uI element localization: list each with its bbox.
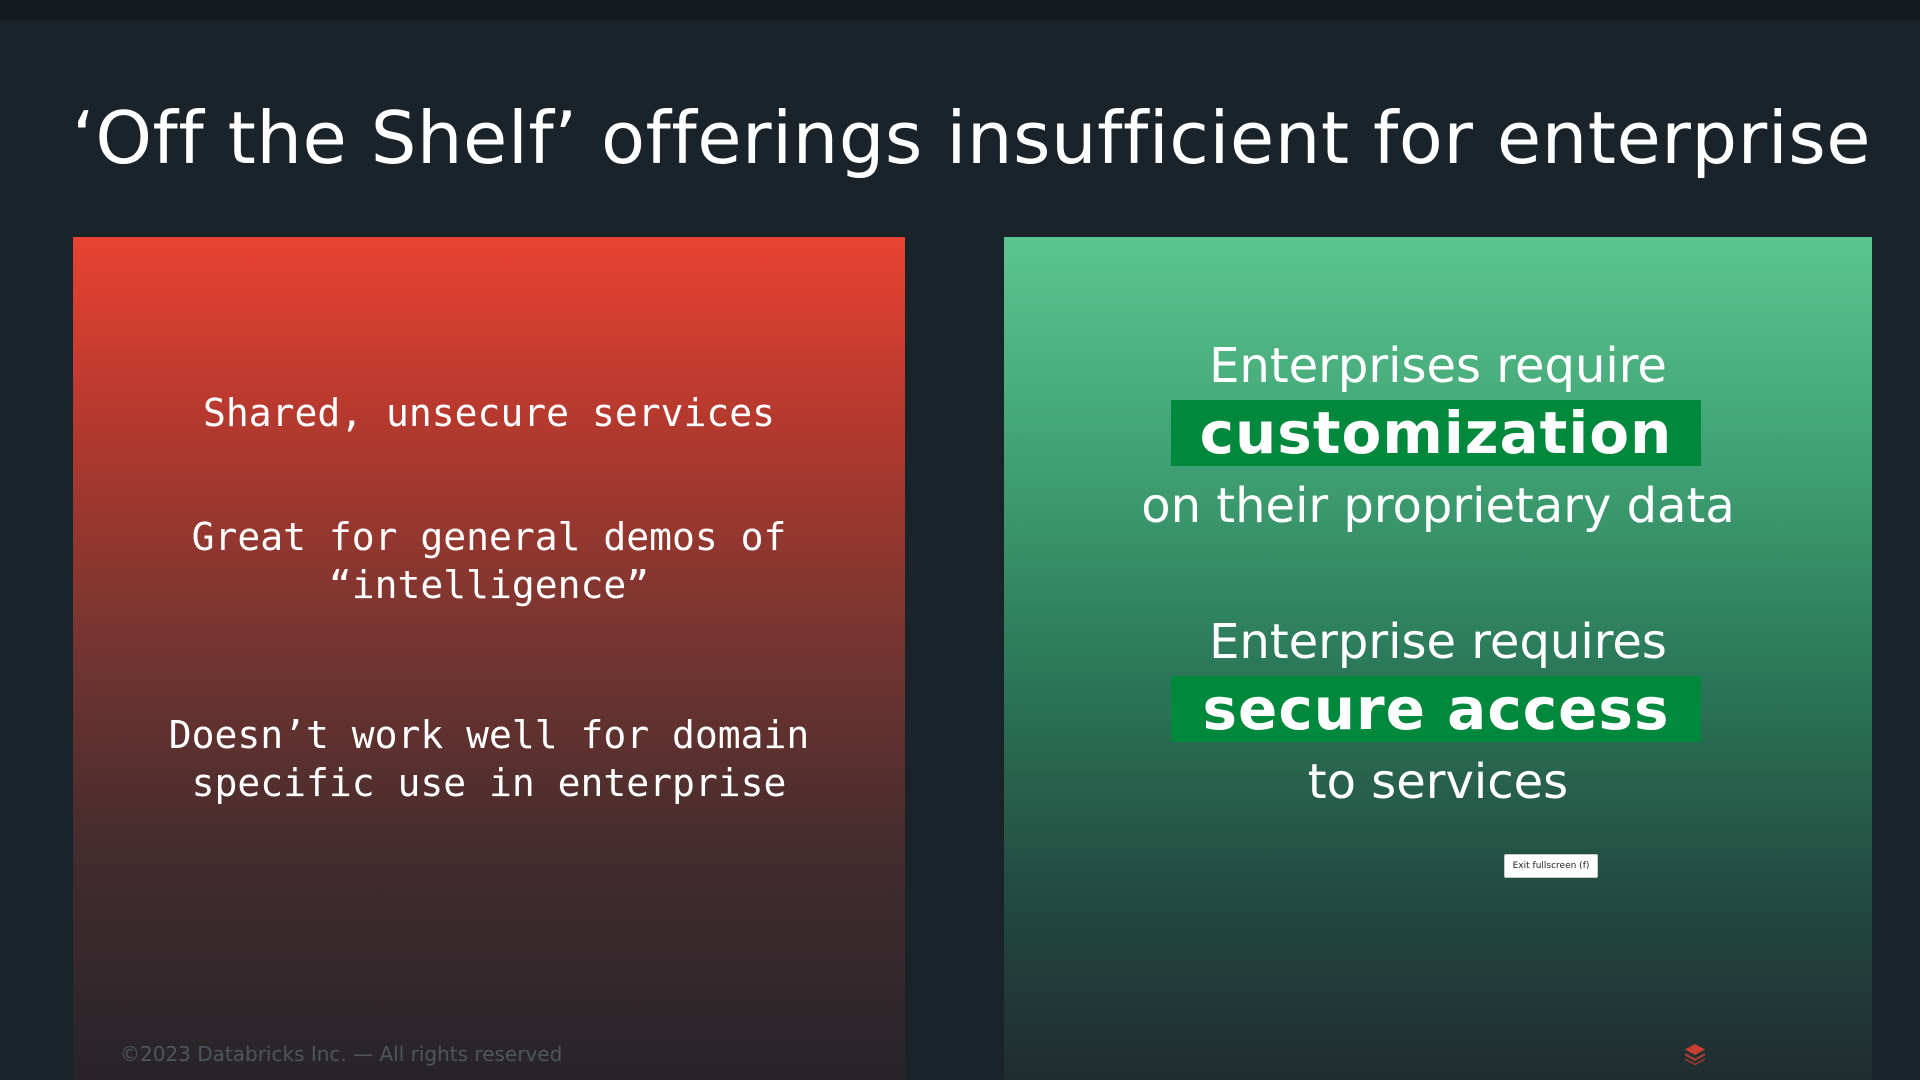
right-panel: Enterprises require customization on the… xyxy=(1004,237,1872,1080)
requirement-tail-text: on their proprietary data xyxy=(1141,478,1735,534)
highlight-customization: customization xyxy=(1171,400,1701,466)
requirement-lead-text: Enterprises require xyxy=(1209,338,1667,394)
requirement-customization: Enterprises require customization on the… xyxy=(1004,332,1872,540)
highlight-secure-access: secure access xyxy=(1171,676,1701,742)
exit-fullscreen-button[interactable]: Exit fullscreen (f) xyxy=(1504,854,1598,878)
left-point-domain-specific: Doesn’t work well for domain specific us… xyxy=(168,713,810,805)
left-panel: Shared, unsecure services Great for gene… xyxy=(73,237,905,1080)
presentation-slide: ‘Off the Shelf’ offerings insufficient f… xyxy=(0,0,1920,1080)
requirement-secure-access: Enterprise requires secure access to ser… xyxy=(1004,608,1872,816)
left-point-general-demos: Great for general demos of “intelligence… xyxy=(191,515,787,607)
left-point-shared-services: Shared, unsecure services xyxy=(203,391,775,435)
slide-title: ‘Off the Shelf’ offerings insufficient f… xyxy=(72,96,1872,180)
databricks-logo-icon xyxy=(1685,1044,1705,1066)
copyright-footer: ©2023 Databricks Inc. — All rights reser… xyxy=(120,1042,563,1066)
requirement-tail-text: to services xyxy=(1307,754,1569,810)
top-bar xyxy=(0,0,1920,20)
requirement-lead-text: Enterprise requires xyxy=(1209,614,1667,670)
